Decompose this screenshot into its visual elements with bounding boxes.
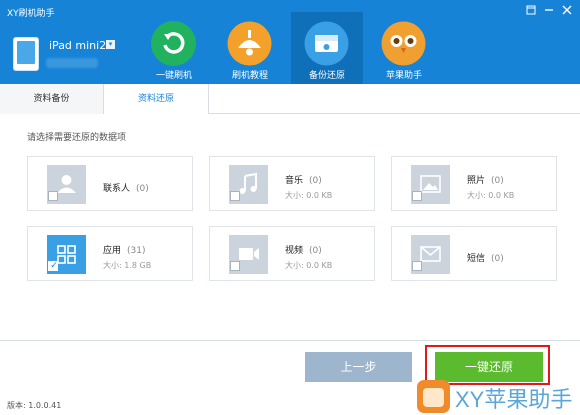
item-card-music[interactable]: 音乐 (0) 大小: 0.0 KB [209, 156, 375, 211]
checkbox-checked[interactable] [48, 260, 59, 272]
item-name-row: 照片 (0) [467, 173, 504, 186]
item-name: 应用 [103, 246, 122, 256]
prev-step-button[interactable]: 上一步 [305, 352, 412, 382]
item-size: 大小: 1.8 GB [103, 261, 152, 270]
checkbox[interactable] [412, 191, 422, 201]
device-info-blurred [46, 58, 98, 68]
tab-bar: 资料备份 资料还原 [0, 84, 580, 114]
item-count: (31) [127, 246, 146, 256]
item-count: (0) [136, 184, 149, 194]
checkbox[interactable] [230, 191, 240, 201]
close-icon[interactable] [560, 3, 574, 17]
refresh-icon [151, 21, 196, 66]
item-count: (0) [309, 246, 322, 256]
watermark-face-icon [417, 380, 450, 413]
item-count: (0) [309, 176, 322, 186]
item-card-photos[interactable]: 照片 (0) 大小: 0.0 KB [391, 156, 557, 211]
item-card-sms[interactable]: 短信 (0) [391, 226, 557, 281]
app-header: XY刷机助手 iPad mini2 ▾ 一键刷机 刷机教程 备份还原 苹果助手 [0, 0, 580, 84]
item-name-row: 联系人 (0) [103, 181, 149, 194]
minimize-icon[interactable] [542, 3, 556, 17]
item-name: 照片 [467, 176, 486, 186]
nav-apple-helper[interactable]: 苹果助手 [368, 12, 440, 84]
item-count: (0) [491, 254, 504, 264]
checkbox[interactable] [48, 191, 58, 201]
item-name-row: 短信 (0) [467, 251, 504, 264]
nav-label: 苹果助手 [385, 71, 422, 81]
tab-backup[interactable]: 资料备份 [0, 84, 104, 114]
item-name: 短信 [467, 254, 486, 264]
footer-divider [0, 340, 580, 341]
nav-tutorial[interactable]: 刷机教程 [214, 12, 286, 84]
tab-restore[interactable]: 资料还原 [104, 84, 209, 114]
watermark-text: XY苹果助手 [455, 387, 573, 412]
item-name: 音乐 [285, 176, 304, 186]
ipad-icon [13, 37, 39, 71]
version-label: 版本: 1.0.0.41 [7, 401, 62, 410]
item-card-video[interactable]: 视频 (0) 大小: 0.0 KB [209, 226, 375, 281]
item-name-row: 应用 (31) [103, 243, 146, 256]
item-card-contacts[interactable]: 联系人 (0) [27, 156, 193, 211]
nav-label: 一键刷机 [155, 71, 192, 81]
item-name-row: 音乐 (0) [285, 173, 322, 186]
nav-backup-restore[interactable]: 备份还原 [291, 12, 363, 84]
checkbox[interactable] [412, 261, 422, 271]
item-name: 联系人 [103, 184, 131, 194]
device-name: iPad mini2 [49, 39, 107, 52]
app-title: XY刷机助手 [7, 9, 55, 19]
watermark-logo: XY苹果助手 [413, 378, 580, 415]
disk-icon [304, 21, 349, 66]
item-size: 大小: 0.0 KB [285, 191, 333, 200]
lamp-icon [227, 21, 272, 66]
item-size: 大小: 0.0 KB [467, 191, 515, 200]
pin-icon[interactable] [524, 3, 538, 17]
window-controls [524, 3, 574, 17]
item-size: 大小: 0.0 KB [285, 261, 333, 270]
owl-icon [381, 21, 426, 66]
select-prompt: 请选择需要还原的数据项 [27, 133, 127, 143]
checkbox[interactable] [230, 261, 240, 271]
nav-label: 刷机教程 [231, 71, 268, 81]
device-dropdown-icon[interactable]: ▾ [106, 40, 115, 49]
item-name-row: 视频 (0) [285, 243, 322, 256]
nav-label: 备份还原 [308, 71, 345, 81]
nav-flash[interactable]: 一键刷机 [138, 12, 210, 84]
item-count: (0) [491, 176, 504, 186]
item-name: 视频 [285, 246, 304, 256]
item-card-apps[interactable]: 应用 (31) 大小: 1.8 GB [27, 226, 193, 281]
